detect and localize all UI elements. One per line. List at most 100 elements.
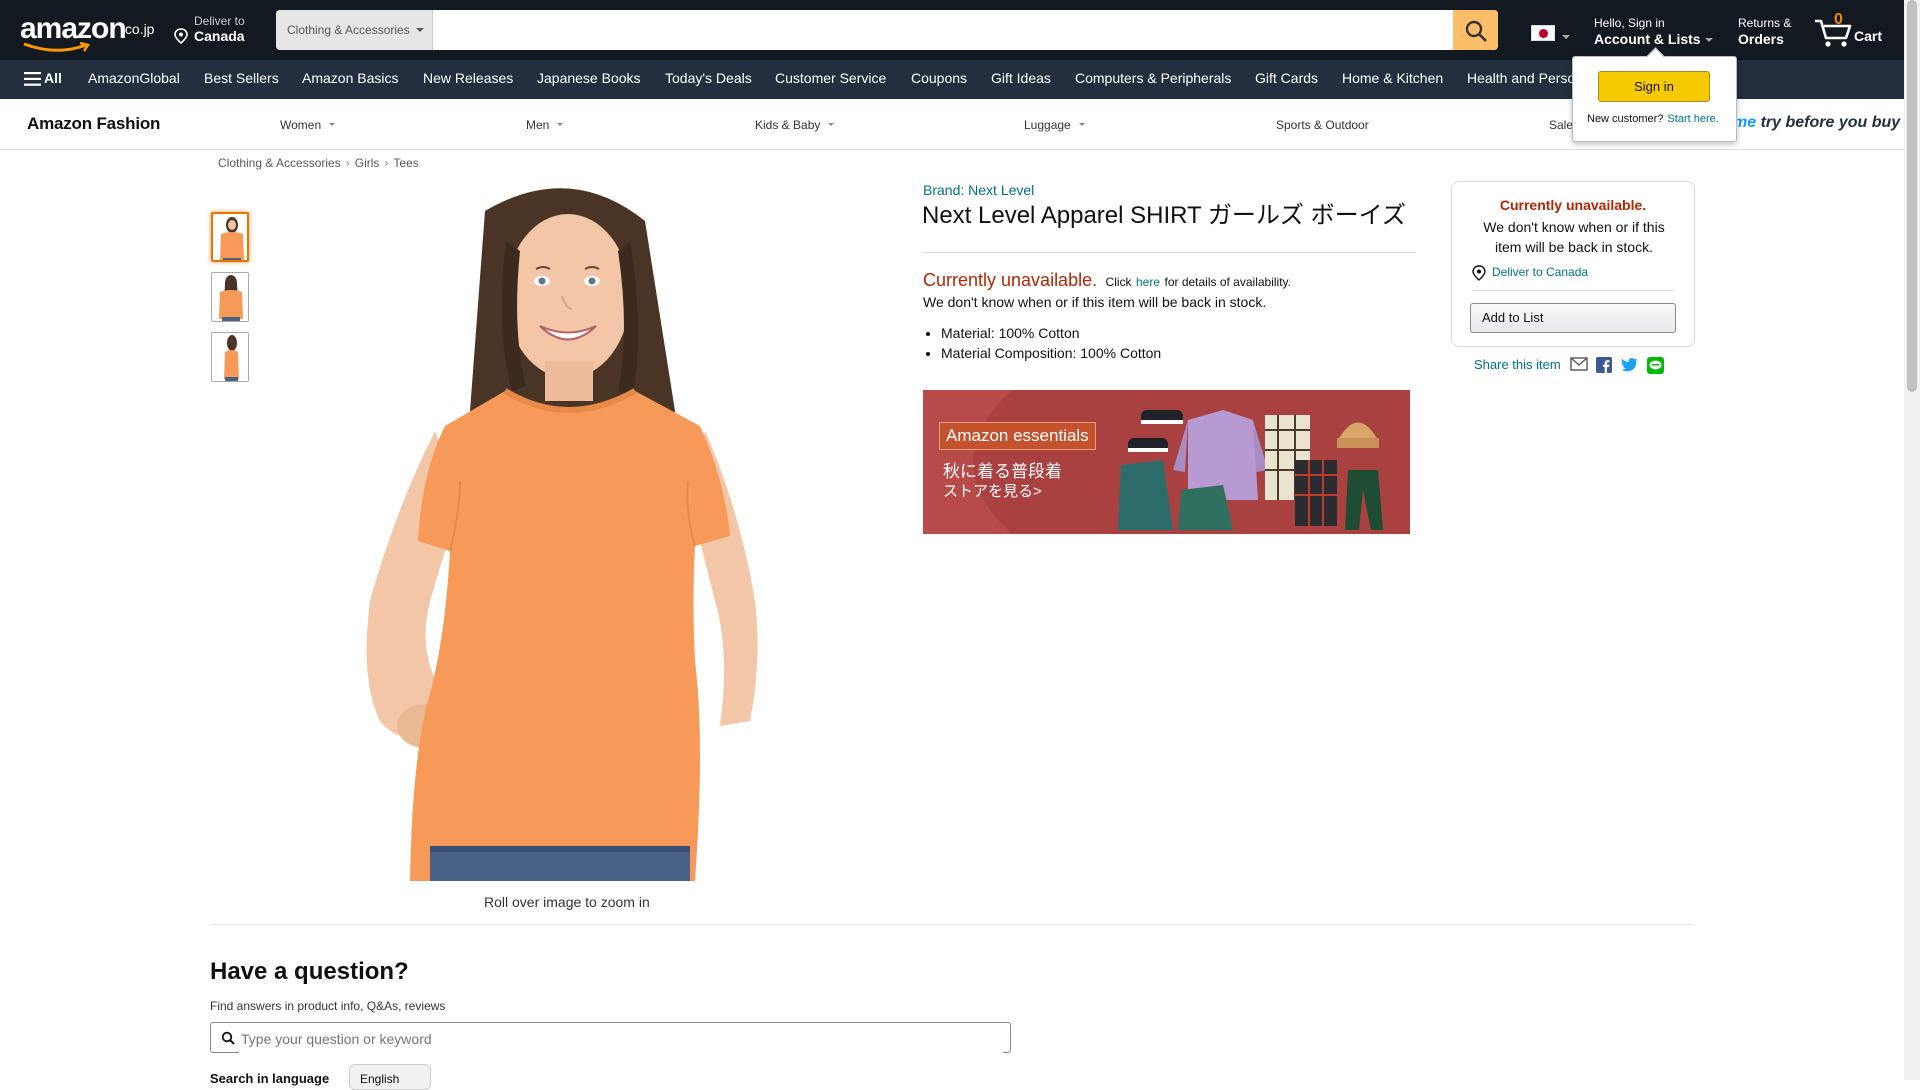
- nav-item-home-kitchen[interactable]: Home & Kitchen: [1342, 70, 1443, 86]
- thumbnail-front[interactable]: [211, 212, 249, 262]
- share-row: Share this item: [1474, 357, 1664, 374]
- sign-in-button[interactable]: Sign in: [1598, 71, 1710, 102]
- availability-line: Currently unavailable. Click here for de…: [923, 270, 1291, 291]
- smile-icon: [23, 42, 91, 52]
- breadcrumb: Clothing & Accessories › Girls › Tees: [218, 156, 419, 170]
- fashion-men[interactable]: Men: [526, 118, 564, 132]
- section-divider: [210, 924, 1694, 925]
- nav-item-customer-service[interactable]: Customer Service: [775, 70, 886, 86]
- hamburger-icon: [24, 72, 41, 86]
- fashion-kids-baby[interactable]: Kids & Baby: [755, 118, 835, 132]
- search-icon: [221, 1031, 235, 1045]
- nav-item-new-releases[interactable]: New Releases: [423, 70, 513, 86]
- orders-label: Orders: [1738, 31, 1784, 47]
- rollover-zoom-hint: Roll over image to zoom in: [484, 894, 650, 910]
- new-customer-label: New customer?: [1587, 113, 1664, 125]
- amazon-essentials-banner[interactable]: Amazon essentials 秋に着る普段着 ストアを見る>: [923, 390, 1410, 534]
- fashion-sports-outdoor[interactable]: Sports & Outdoor: [1276, 118, 1369, 132]
- search-category-label: Clothing & Accessories: [287, 23, 410, 37]
- add-to-list-button[interactable]: Add to List: [1470, 303, 1676, 333]
- fashion-luggage[interactable]: Luggage: [1024, 118, 1085, 132]
- search-bar: Clothing & Accessories: [276, 10, 1498, 50]
- account-and-lists[interactable]: Hello, Sign in Account & Lists: [1594, 15, 1713, 47]
- feature-bullets: Material: 100% Cotton Material Compositi…: [923, 323, 1161, 363]
- search-button[interactable]: [1453, 10, 1498, 50]
- fashion-women[interactable]: Women: [280, 118, 336, 132]
- nav-item-amazonglobal[interactable]: AmazonGlobal: [88, 70, 180, 86]
- nav-item-gift-cards[interactable]: Gift Cards: [1255, 70, 1318, 86]
- nav-item-coupons[interactable]: Coupons: [911, 70, 967, 86]
- scrollbar-thumb[interactable]: [1907, 0, 1917, 392]
- qa-language-select[interactable]: English: [349, 1064, 431, 1090]
- facebook-icon[interactable]: [1596, 357, 1612, 373]
- location-pin-icon: [174, 28, 188, 44]
- start-here-link[interactable]: Start here.: [1667, 113, 1718, 125]
- breadcrumb-tees[interactable]: Tees: [393, 156, 418, 170]
- chevron-down-icon: [828, 123, 835, 126]
- location-pin-icon: [1472, 265, 1486, 281]
- search-icon: [1465, 20, 1487, 42]
- line-icon[interactable]: [1647, 357, 1664, 374]
- japan-flag-icon[interactable]: [1531, 25, 1555, 41]
- twitter-icon[interactable]: [1621, 357, 1639, 373]
- banner-store-link: ストアを見る>: [943, 483, 1042, 500]
- thumbnail-side[interactable]: [211, 332, 249, 382]
- fashion-men-label: Men: [526, 118, 550, 132]
- availability-details-link[interactable]: here: [1136, 275, 1160, 289]
- cart-button[interactable]: 0 Cart: [1812, 8, 1892, 52]
- fashion-sale[interactable]: Sale: [1549, 118, 1573, 132]
- logo-tld: .co.jp: [121, 21, 155, 37]
- back-in-stock-note: We don't know when or if this item will …: [923, 294, 1267, 310]
- buy-box: Currently unavailable. We don't know whe…: [1451, 181, 1695, 347]
- nav-item-best-sellers[interactable]: Best Sellers: [204, 70, 279, 86]
- nav-item-japanese-books[interactable]: Japanese Books: [537, 70, 641, 86]
- all-menu-label: All: [44, 70, 62, 86]
- girl-in-orange-tshirt-image: [300, 181, 840, 881]
- buybox-unavailable: Currently unavailable.: [1499, 197, 1647, 213]
- returns-and-orders[interactable]: Returns & Orders: [1738, 15, 1791, 47]
- qa-language-label: Search in language: [210, 1071, 330, 1086]
- banner-headline: 秋に着る普段着: [943, 462, 1062, 481]
- qa-heading: Have a question?: [210, 958, 409, 985]
- nav-item-computers[interactable]: Computers & Peripherals: [1075, 70, 1231, 86]
- buybox-stock-message: We don't know when or if this item will …: [1483, 219, 1665, 255]
- product-title: Next Level Apparel SHIRT ガールズ ボーイズ: [922, 202, 1406, 229]
- logo-wordmark: amazon: [20, 12, 127, 45]
- chevron-down-icon: [416, 28, 424, 32]
- email-icon[interactable]: [1570, 357, 1588, 371]
- main-product-image[interactable]: [300, 181, 840, 881]
- nav-item-todays-deals[interactable]: Today's Deals: [665, 70, 752, 86]
- qa-search-box: [210, 1022, 1011, 1054]
- amazon-fashion-brand[interactable]: Amazon Fashion: [27, 114, 160, 134]
- product-thumbnail-image: [213, 214, 247, 260]
- buybox-deliver-label: Deliver to Canada: [1492, 265, 1589, 279]
- cart-count: 0: [1834, 11, 1843, 28]
- availability-details-text: for details of availability.: [1164, 275, 1291, 289]
- thumbnail-back[interactable]: [211, 272, 249, 322]
- bullet-material-composition: Material Composition: 100% Cotton: [941, 343, 1161, 363]
- breadcrumb-girls[interactable]: Girls: [355, 156, 380, 170]
- product-thumbnail-image: [212, 333, 248, 381]
- share-this-item-label[interactable]: Share this item: [1474, 357, 1561, 372]
- prime-try-before-you-buy[interactable]: me try before you buy: [1733, 114, 1900, 132]
- breadcrumb-clothing[interactable]: Clothing & Accessories: [218, 156, 341, 170]
- buybox-deliver-link[interactable]: Deliver to Canada: [1472, 265, 1589, 281]
- bullet-material: Material: 100% Cotton: [941, 323, 1161, 343]
- search-input[interactable]: [434, 10, 1454, 50]
- nav-item-health[interactable]: Health and Perso: [1467, 70, 1575, 86]
- nav-item-amazon-basics[interactable]: Amazon Basics: [302, 70, 398, 86]
- chevron-down-icon: [329, 123, 336, 126]
- brand-link[interactable]: Brand: Next Level: [923, 182, 1034, 198]
- divider: [923, 252, 1416, 253]
- all-menu-button[interactable]: All: [24, 70, 62, 86]
- click-text: Click: [1105, 275, 1132, 289]
- qa-search-input[interactable]: [239, 1023, 1003, 1054]
- account-greeting: Hello, Sign in: [1594, 16, 1665, 30]
- deliver-to-location[interactable]: Deliver to Canada: [174, 14, 245, 44]
- nav-item-gift-ideas[interactable]: Gift Ideas: [991, 70, 1051, 86]
- page-scrollbar[interactable]: [1904, 0, 1920, 1080]
- search-category-dropdown[interactable]: Clothing & Accessories: [276, 10, 433, 50]
- chevron-down-icon: [1704, 38, 1713, 43]
- product-thumbnail-image: [212, 273, 248, 321]
- fashion-women-label: Women: [280, 118, 322, 132]
